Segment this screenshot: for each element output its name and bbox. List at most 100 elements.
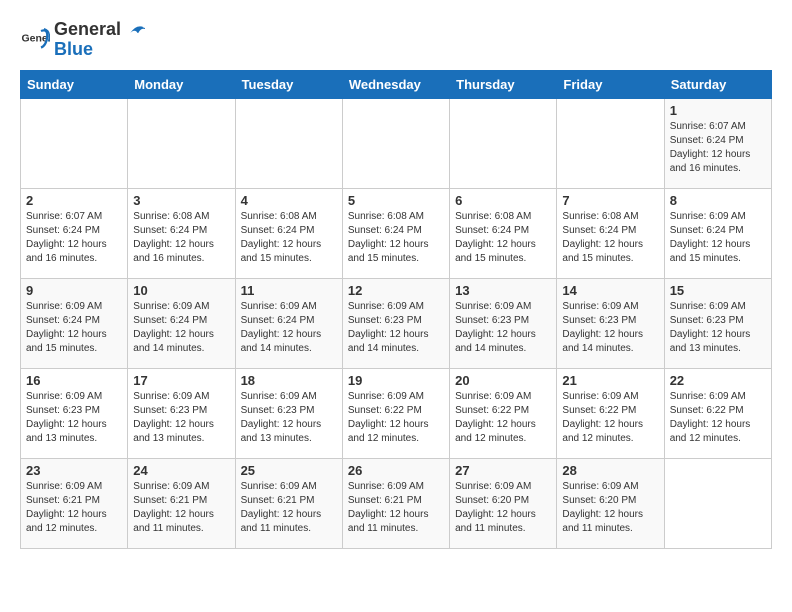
logo-text-blue: Blue (54, 40, 145, 60)
calendar-cell: 16 Sunrise: 6:09 AM Sunset: 6:23 PM Dayli… (21, 368, 128, 458)
day-number: 2 (26, 193, 122, 208)
calendar-header-row: SundayMondayTuesdayWednesdayThursdayFrid… (21, 70, 772, 98)
calendar-week-row: 16 Sunrise: 6:09 AM Sunset: 6:23 PM Dayli… (21, 368, 772, 458)
calendar-cell: 1 Sunrise: 6:07 AM Sunset: 6:24 PM Daylig… (664, 98, 771, 188)
day-number: 21 (562, 373, 658, 388)
day-number: 1 (670, 103, 766, 118)
logo-icon: General (20, 25, 50, 55)
calendar-week-row: 23 Sunrise: 6:09 AM Sunset: 6:21 PM Dayli… (21, 458, 772, 548)
page-header: General General Blue (20, 20, 772, 60)
day-info: Sunrise: 6:08 AM Sunset: 6:24 PM Dayligh… (455, 210, 551, 266)
day-info: Sunrise: 6:08 AM Sunset: 6:24 PM Dayligh… (133, 210, 229, 266)
day-number: 17 (133, 373, 229, 388)
day-info: Sunrise: 6:09 AM Sunset: 6:20 PM Dayligh… (455, 480, 551, 536)
day-number: 3 (133, 193, 229, 208)
day-number: 4 (241, 193, 337, 208)
day-info: Sunrise: 6:08 AM Sunset: 6:24 PM Dayligh… (348, 210, 444, 266)
day-header-monday: Monday (128, 70, 235, 98)
day-number: 18 (241, 373, 337, 388)
day-number: 11 (241, 283, 337, 298)
calendar-week-row: 1 Sunrise: 6:07 AM Sunset: 6:24 PM Daylig… (21, 98, 772, 188)
day-number: 7 (562, 193, 658, 208)
day-info: Sunrise: 6:07 AM Sunset: 6:24 PM Dayligh… (26, 210, 122, 266)
calendar-cell: 19 Sunrise: 6:09 AM Sunset: 6:22 PM Dayli… (342, 368, 449, 458)
day-number: 24 (133, 463, 229, 478)
calendar-cell: 26 Sunrise: 6:09 AM Sunset: 6:21 PM Dayli… (342, 458, 449, 548)
calendar-cell: 24 Sunrise: 6:09 AM Sunset: 6:21 PM Dayli… (128, 458, 235, 548)
calendar-cell: 23 Sunrise: 6:09 AM Sunset: 6:21 PM Dayli… (21, 458, 128, 548)
day-number: 6 (455, 193, 551, 208)
day-info: Sunrise: 6:09 AM Sunset: 6:24 PM Dayligh… (241, 300, 337, 356)
calendar-cell: 25 Sunrise: 6:09 AM Sunset: 6:21 PM Dayli… (235, 458, 342, 548)
day-info: Sunrise: 6:09 AM Sunset: 6:21 PM Dayligh… (241, 480, 337, 536)
day-header-wednesday: Wednesday (342, 70, 449, 98)
day-info: Sunrise: 6:07 AM Sunset: 6:24 PM Dayligh… (670, 120, 766, 176)
day-header-saturday: Saturday (664, 70, 771, 98)
day-info: Sunrise: 6:09 AM Sunset: 6:23 PM Dayligh… (26, 390, 122, 446)
day-number: 10 (133, 283, 229, 298)
calendar-cell (21, 98, 128, 188)
day-number: 16 (26, 373, 122, 388)
day-header-friday: Friday (557, 70, 664, 98)
calendar-cell: 13 Sunrise: 6:09 AM Sunset: 6:23 PM Dayli… (450, 278, 557, 368)
day-number: 13 (455, 283, 551, 298)
day-number: 27 (455, 463, 551, 478)
day-info: Sunrise: 6:09 AM Sunset: 6:23 PM Dayligh… (455, 300, 551, 356)
calendar-cell (235, 98, 342, 188)
calendar-cell: 15 Sunrise: 6:09 AM Sunset: 6:23 PM Dayli… (664, 278, 771, 368)
calendar-cell: 7 Sunrise: 6:08 AM Sunset: 6:24 PM Daylig… (557, 188, 664, 278)
day-number: 14 (562, 283, 658, 298)
day-info: Sunrise: 6:09 AM Sunset: 6:21 PM Dayligh… (348, 480, 444, 536)
day-info: Sunrise: 6:09 AM Sunset: 6:20 PM Dayligh… (562, 480, 658, 536)
day-number: 12 (348, 283, 444, 298)
day-info: Sunrise: 6:09 AM Sunset: 6:23 PM Dayligh… (348, 300, 444, 356)
day-info: Sunrise: 6:09 AM Sunset: 6:24 PM Dayligh… (133, 300, 229, 356)
calendar-cell: 4 Sunrise: 6:08 AM Sunset: 6:24 PM Daylig… (235, 188, 342, 278)
day-info: Sunrise: 6:09 AM Sunset: 6:24 PM Dayligh… (670, 210, 766, 266)
logo: General General Blue (20, 20, 145, 60)
calendar-cell: 17Sunrise: 6:09 AM Sunset: 6:23 PM Dayli… (128, 368, 235, 458)
day-number: 20 (455, 373, 551, 388)
day-info: Sunrise: 6:08 AM Sunset: 6:24 PM Dayligh… (241, 210, 337, 266)
calendar-cell: 14Sunrise: 6:09 AM Sunset: 6:23 PM Dayli… (557, 278, 664, 368)
day-number: 8 (670, 193, 766, 208)
day-number: 28 (562, 463, 658, 478)
calendar-week-row: 2 Sunrise: 6:07 AM Sunset: 6:24 PM Daylig… (21, 188, 772, 278)
calendar-cell: 12 Sunrise: 6:09 AM Sunset: 6:23 PM Dayli… (342, 278, 449, 368)
day-info: Sunrise: 6:09 AM Sunset: 6:22 PM Dayligh… (348, 390, 444, 446)
day-info: Sunrise: 6:09 AM Sunset: 6:22 PM Dayligh… (562, 390, 658, 446)
calendar-cell: 8 Sunrise: 6:09 AM Sunset: 6:24 PM Daylig… (664, 188, 771, 278)
day-number: 15 (670, 283, 766, 298)
day-header-sunday: Sunday (21, 70, 128, 98)
day-info: Sunrise: 6:09 AM Sunset: 6:21 PM Dayligh… (26, 480, 122, 536)
calendar-cell: 10 Sunrise: 6:09 AM Sunset: 6:24 PM Dayli… (128, 278, 235, 368)
calendar-cell (128, 98, 235, 188)
calendar-cell: 27 Sunrise: 6:09 AM Sunset: 6:20 PM Dayli… (450, 458, 557, 548)
calendar-cell: 20 Sunrise: 6:09 AM Sunset: 6:22 PM Dayli… (450, 368, 557, 458)
calendar-cell (450, 98, 557, 188)
calendar-cell: 5Sunrise: 6:08 AM Sunset: 6:24 PM Daylig… (342, 188, 449, 278)
calendar-cell: 22 Sunrise: 6:09 AM Sunset: 6:22 PM Dayli… (664, 368, 771, 458)
day-header-thursday: Thursday (450, 70, 557, 98)
day-info: Sunrise: 6:09 AM Sunset: 6:23 PM Dayligh… (670, 300, 766, 356)
calendar-table: SundayMondayTuesdayWednesdayThursdayFrid… (20, 70, 772, 549)
calendar-cell: 11 Sunrise: 6:09 AM Sunset: 6:24 PM Dayli… (235, 278, 342, 368)
calendar-cell: 18Sunrise: 6:09 AM Sunset: 6:23 PM Dayli… (235, 368, 342, 458)
calendar-cell: 28 Sunrise: 6:09 AM Sunset: 6:20 PM Dayli… (557, 458, 664, 548)
day-info: Sunrise: 6:08 AM Sunset: 6:24 PM Dayligh… (562, 210, 658, 266)
calendar-cell: 6 Sunrise: 6:08 AM Sunset: 6:24 PM Daylig… (450, 188, 557, 278)
day-number: 23 (26, 463, 122, 478)
day-info: Sunrise: 6:09 AM Sunset: 6:24 PM Dayligh… (26, 300, 122, 356)
day-number: 9 (26, 283, 122, 298)
calendar-cell (664, 458, 771, 548)
logo-bird-icon (123, 21, 145, 39)
calendar-cell: 9 Sunrise: 6:09 AM Sunset: 6:24 PM Daylig… (21, 278, 128, 368)
day-info: Sunrise: 6:09 AM Sunset: 6:21 PM Dayligh… (133, 480, 229, 536)
day-number: 19 (348, 373, 444, 388)
day-number: 26 (348, 463, 444, 478)
day-number: 22 (670, 373, 766, 388)
calendar-cell (557, 98, 664, 188)
day-info: Sunrise: 6:09 AM Sunset: 6:22 PM Dayligh… (670, 390, 766, 446)
day-number: 25 (241, 463, 337, 478)
day-info: Sunrise: 6:09 AM Sunset: 6:22 PM Dayligh… (455, 390, 551, 446)
